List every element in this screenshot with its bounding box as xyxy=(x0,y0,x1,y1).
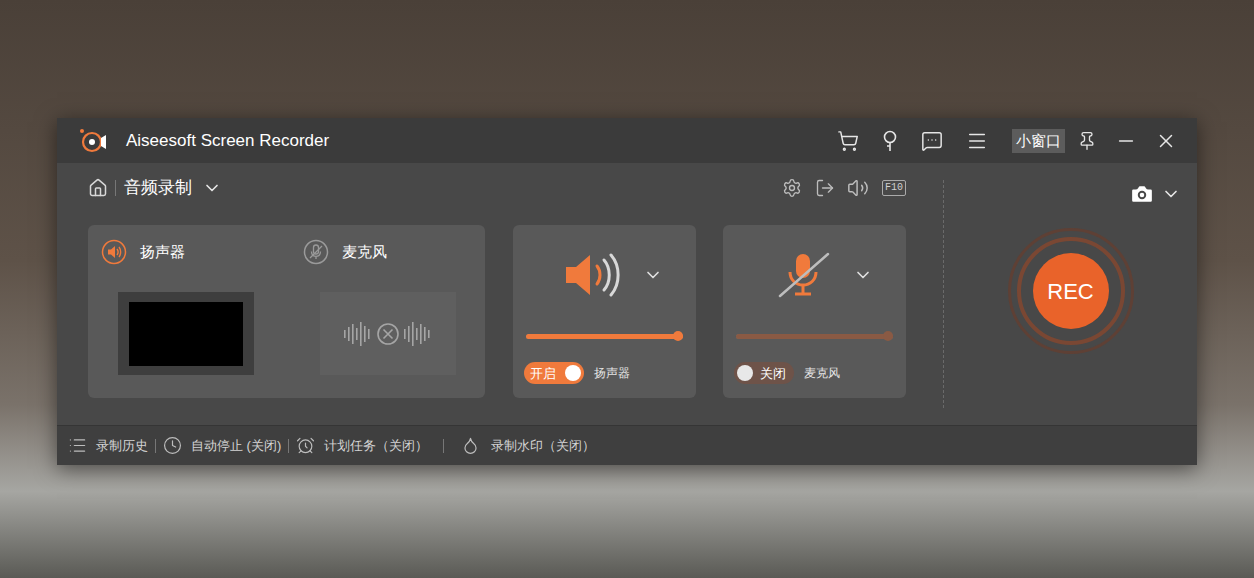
preview-screen xyxy=(129,302,243,366)
mode-chevron-icon[interactable] xyxy=(202,178,222,198)
droplet-icon xyxy=(461,436,480,455)
sources-panel: 扬声器 麦克风 xyxy=(88,225,485,398)
settings-icon[interactable] xyxy=(782,178,802,198)
recorder-window: Aiseesoft Screen Recorder小窗口音频录制F10扬声器麦克… xyxy=(57,118,1197,465)
footer-divider xyxy=(443,439,444,453)
toggle-switch[interactable]: 关闭 xyxy=(734,362,794,384)
list-icon xyxy=(68,436,87,455)
source-column[interactable]: 麦克风 xyxy=(303,225,485,398)
volume-slider[interactable] xyxy=(736,331,893,341)
device-row xyxy=(723,245,906,305)
device-row xyxy=(513,245,696,305)
volume-slider[interactable] xyxy=(526,331,683,341)
speaker-icon[interactable] xyxy=(562,250,624,300)
slider-knob[interactable] xyxy=(883,331,893,341)
footer-item[interactable]: 录制水印（关闭） xyxy=(461,436,595,456)
microphone-panel: 关闭麦克风 xyxy=(723,225,906,398)
microphone-preview xyxy=(320,292,456,375)
main-area: 音频录制F10扬声器麦克风开启扬声器关闭麦克风REC xyxy=(57,163,1197,425)
vertical-divider xyxy=(943,180,944,408)
export-icon[interactable] xyxy=(815,178,835,198)
minimize-icon[interactable] xyxy=(1115,130,1137,152)
source-label: 麦克风 xyxy=(342,241,387,264)
footer-item[interactable]: 自动停止 (关闭) xyxy=(163,436,281,456)
record-area: REC xyxy=(944,163,1197,425)
toggle-row: 开启扬声器 xyxy=(513,362,696,384)
slider-fill xyxy=(526,334,683,339)
desktop: Aiseesoft Screen Recorder小窗口音频录制F10扬声器麦克… xyxy=(0,0,1254,578)
alarm-clock-icon xyxy=(296,436,315,455)
title-actions: 小窗口 xyxy=(837,129,1177,153)
feedback-icon[interactable] xyxy=(921,130,943,152)
chevron-down-icon[interactable] xyxy=(853,265,873,285)
mini-window-button[interactable]: 小窗口 xyxy=(1012,129,1065,153)
cart-icon[interactable] xyxy=(837,130,859,152)
source-label: 扬声器 xyxy=(140,241,185,264)
toggle-knob xyxy=(737,365,753,381)
rec-button[interactable]: REC xyxy=(1033,253,1109,329)
menu-icon[interactable] xyxy=(966,130,988,152)
slider-knob[interactable] xyxy=(673,331,683,341)
hotkey-badge[interactable]: F10 xyxy=(882,180,906,196)
speaker-panel: 开启扬声器 xyxy=(513,225,696,398)
pin-marker-icon[interactable] xyxy=(879,129,901,153)
source-column[interactable]: 扬声器 xyxy=(101,225,303,398)
camera-chevron-icon[interactable] xyxy=(1161,184,1181,204)
speaker-source-icon xyxy=(101,239,127,265)
app-logo-icon xyxy=(79,128,107,154)
window-title: Aiseesoft Screen Recorder xyxy=(126,128,329,154)
rec-inner-ring: REC xyxy=(1017,237,1125,345)
source-header: 扬声器 xyxy=(101,238,303,266)
footer-bar: 录制历史自动停止 (关闭) 计划任务（关闭） 录制水印（关闭） xyxy=(57,425,1197,465)
microphone-source-icon xyxy=(303,239,329,265)
mode-divider xyxy=(115,180,116,196)
title-bar: Aiseesoft Screen Recorder 小窗口 xyxy=(57,118,1197,163)
clock-icon xyxy=(163,436,182,455)
slider-track xyxy=(526,334,683,339)
toggle-switch[interactable]: 开启 xyxy=(524,362,584,384)
toggle-label: 麦克风 xyxy=(804,364,840,382)
footer-item[interactable]: 录制历史 xyxy=(68,436,148,456)
footer-item[interactable]: 计划任务（关闭） xyxy=(296,436,436,456)
slider-fill xyxy=(736,334,893,339)
panels-row: 扬声器麦克风开启扬声器关闭麦克风 xyxy=(88,225,906,398)
footer-divider xyxy=(288,439,289,453)
camera-icon[interactable] xyxy=(1129,181,1155,207)
mode-bar: 音频录制 F10 xyxy=(88,163,906,213)
slider-track xyxy=(736,334,893,339)
audio-settings: 音频录制F10扬声器麦克风开启扬声器关闭麦克风 xyxy=(57,163,943,425)
home-icon[interactable] xyxy=(88,178,108,198)
mode-label[interactable]: 音频录制 xyxy=(124,175,192,201)
rec-rings: REC xyxy=(1008,228,1134,354)
toggle-label: 扬声器 xyxy=(594,364,630,382)
chevron-down-icon[interactable] xyxy=(643,265,663,285)
footer-divider xyxy=(155,439,156,453)
pin-icon[interactable] xyxy=(1077,131,1097,151)
toggle-knob xyxy=(565,365,581,381)
toggle-row: 关闭麦克风 xyxy=(723,362,906,384)
speaker-preview xyxy=(118,292,254,375)
microphone-muted-icon[interactable] xyxy=(772,250,834,300)
source-header: 麦克风 xyxy=(303,238,485,266)
close-icon[interactable] xyxy=(1155,130,1177,152)
volume-icon[interactable] xyxy=(847,177,869,199)
muted-waveform-icon xyxy=(342,319,434,349)
screenshot-row xyxy=(1129,179,1181,209)
